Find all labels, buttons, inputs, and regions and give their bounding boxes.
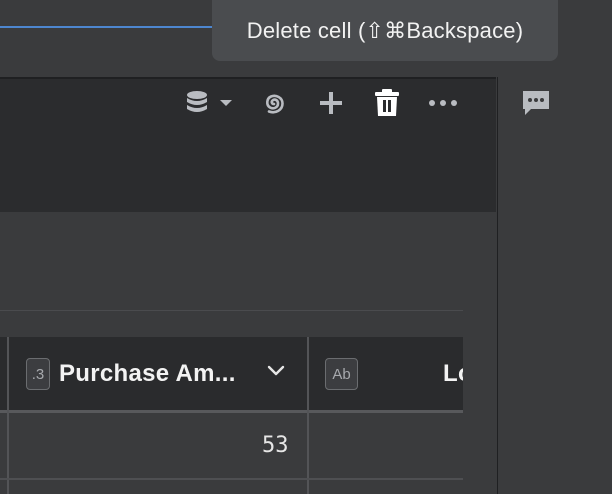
chevron-down-icon[interactable] bbox=[216, 88, 236, 118]
column-header-purchase-amount[interactable]: Purchase Am... bbox=[59, 360, 236, 388]
row-border bbox=[0, 478, 463, 480]
plus-icon[interactable] bbox=[314, 88, 348, 118]
column-header-lo[interactable]: Lo bbox=[443, 360, 463, 388]
more-icon[interactable] bbox=[424, 88, 462, 118]
column-menu-chevron-icon[interactable] bbox=[264, 359, 288, 383]
column-divider bbox=[307, 413, 309, 494]
delete-cell-tooltip: Delete cell (⇧⌘Backspace) bbox=[212, 0, 558, 61]
divider bbox=[0, 310, 463, 311]
comment-icon[interactable] bbox=[520, 88, 552, 118]
cell-purchase-amount[interactable]: 53 bbox=[262, 433, 289, 458]
spiral-icon[interactable] bbox=[257, 88, 291, 118]
table-row[interactable] bbox=[0, 413, 463, 479]
cell-header bbox=[0, 77, 496, 212]
right-rail bbox=[497, 0, 612, 494]
database-icon[interactable] bbox=[180, 88, 214, 118]
selection-indicator-line bbox=[0, 26, 212, 28]
column-divider bbox=[7, 413, 9, 494]
text-type-badge: Ab bbox=[325, 358, 358, 390]
numeric-type-badge: .3 bbox=[26, 358, 50, 390]
trash-icon[interactable] bbox=[370, 88, 404, 118]
data-table: .3 Purchase Am... Ab Lo 53 bbox=[0, 337, 463, 494]
